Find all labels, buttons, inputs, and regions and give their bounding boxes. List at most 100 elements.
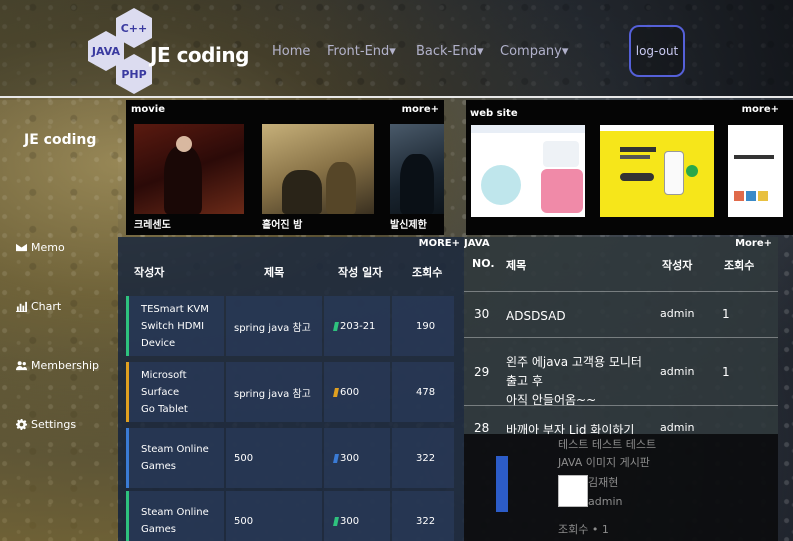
- writer-name: 김재현: [588, 476, 619, 489]
- sidebar-item-membership[interactable]: Membership: [16, 359, 99, 372]
- row-author-line: Steam Online: [141, 507, 209, 518]
- row-number: 29: [474, 365, 490, 379]
- top-header: C++ JAVA PHP JE coding Home Front-End▾ B…: [0, 0, 793, 98]
- column-header-no: NO.: [472, 257, 495, 270]
- sidebar-item-label: Memo: [31, 241, 65, 254]
- sidebar-brand[interactable]: JE coding: [24, 132, 96, 148]
- table-row[interactable]: Steam Online Games 500 300 322: [126, 428, 456, 488]
- row-views: 1: [722, 365, 730, 379]
- row-number: 28: [474, 421, 490, 435]
- sidebar-item-label: Settings: [31, 418, 77, 431]
- table-row[interactable]: Steam Online Games 500 300 322: [126, 491, 456, 541]
- table-row[interactable]: Microsoft Surface Go Tablet spring java 참…: [126, 362, 456, 422]
- row-date-value: 600: [340, 386, 360, 398]
- date-marker: [333, 516, 339, 526]
- row-divider: [464, 337, 778, 338]
- movie-caption: 흩어진 밤: [262, 220, 303, 231]
- date-marker: [333, 453, 339, 463]
- row-author: Microsoft Surface Go Tablet: [126, 362, 224, 422]
- broken-image-icon: [558, 475, 588, 507]
- row-title: 왼주 에java 고객용 모니터 출고 후 아직 안들어옴~~: [506, 353, 656, 411]
- sidebar: JE coding Memo Chart Membership Settings: [0, 100, 118, 541]
- row-views: 322: [392, 491, 454, 541]
- row-author: Steam Online Games: [126, 428, 224, 488]
- movie-caption: 발신제한: [390, 220, 427, 231]
- row-number: 30: [474, 307, 490, 321]
- movie-poster-scattered-night[interactable]: [262, 124, 374, 214]
- row-date: 600: [324, 362, 390, 422]
- preview-bar: [496, 456, 508, 512]
- brand-title[interactable]: JE coding: [150, 43, 249, 67]
- product-board-more-link[interactable]: MORE+: [419, 238, 460, 249]
- image-board-card[interactable]: 테스트 테스트 테스트 JAVA 이미지 게시판 김재현 admin 조회수 •…: [464, 434, 778, 541]
- row-author-line: Games: [141, 524, 176, 535]
- movie-poster-hard-hit[interactable]: [390, 124, 444, 214]
- movie-poster-crescendo[interactable]: [134, 124, 244, 214]
- website-thumbnail[interactable]: [728, 125, 783, 217]
- date-marker: [333, 321, 339, 331]
- column-header-author: 작성자: [134, 266, 165, 279]
- table-row[interactable]: TESmart KVM Switch HDMI Device spring jav…: [126, 296, 456, 356]
- row-title-line: 왼주 에java 고객용 모니터 출고 후: [506, 355, 642, 389]
- logout-button[interactable]: log-out: [629, 25, 685, 77]
- row-date-value: 300: [340, 515, 360, 527]
- row-author-line: Switch HDMI Device: [141, 320, 205, 349]
- nav-company[interactable]: Company▾: [500, 44, 568, 59]
- row-date: 300: [324, 491, 390, 541]
- row-views: 1: [722, 307, 730, 321]
- nav-home[interactable]: Home: [272, 44, 310, 59]
- row-author-line: Games: [141, 461, 176, 472]
- row-date: 300: [324, 428, 390, 488]
- column-header-views: 조회수: [412, 266, 443, 279]
- row-author: admin: [660, 365, 695, 378]
- users-icon: [16, 361, 27, 371]
- column-header-author: 작성자: [662, 259, 693, 272]
- website-more-link[interactable]: more+: [742, 104, 779, 115]
- website-panel-title: web site: [470, 108, 518, 119]
- card-text: 테스트 테스트 테스트 JAVA 이미지 게시판: [558, 436, 656, 471]
- column-header-title: 제목: [264, 266, 285, 279]
- row-author-line: Go Tablet: [141, 403, 188, 415]
- website-thumbnail[interactable]: [600, 125, 714, 217]
- row-title: 500: [226, 491, 322, 541]
- row-divider: [464, 291, 778, 292]
- movie-more-link[interactable]: more+: [402, 104, 439, 115]
- row-title: 바깨아 부자 Lid 화이하기: [506, 423, 635, 435]
- envelope-icon: [16, 243, 27, 252]
- movie-panel-title: movie: [131, 104, 166, 115]
- nav-back-end[interactable]: Back-End▾: [416, 44, 483, 59]
- row-author-line: Microsoft Surface: [141, 369, 187, 398]
- row-views: 478: [392, 362, 454, 422]
- card-subtitle: JAVA 이미지 게시판: [558, 455, 650, 469]
- row-views: 190: [392, 296, 454, 356]
- sidebar-item-chart[interactable]: Chart: [16, 300, 61, 313]
- java-board: JAVA More+ NO. 제목 작성자 조회수 30 ADSDSAD adm…: [464, 237, 778, 435]
- column-header-views: 조회수: [724, 259, 755, 272]
- card-title: 테스트 테스트 테스트: [558, 438, 657, 451]
- row-divider: [464, 405, 778, 406]
- date-marker: [333, 387, 339, 397]
- row-date: 203-21: [324, 296, 390, 356]
- movie-panel: movie more+ 크레센도 흩어진 밤 발신제한: [126, 100, 444, 235]
- card-preview: [468, 438, 552, 536]
- row-title: spring java 참고: [226, 362, 322, 422]
- writer-role: admin: [588, 494, 623, 508]
- row-author-line: Steam Online: [141, 444, 209, 455]
- website-thumbnail[interactable]: [471, 125, 585, 217]
- nav-front-end[interactable]: Front-End▾: [327, 44, 396, 59]
- column-header-title: 제목: [506, 259, 527, 272]
- card-writer: 김재현 admin: [588, 474, 622, 511]
- card-views: 조회수 • 1: [558, 523, 609, 536]
- movie-caption: 크레센도: [134, 220, 171, 231]
- sidebar-item-memo[interactable]: Memo: [16, 241, 65, 254]
- row-author-line: TESmart KVM: [141, 303, 209, 315]
- sidebar-item-settings[interactable]: Settings: [16, 418, 76, 431]
- sidebar-item-label: Membership: [31, 359, 99, 372]
- sidebar-item-label: Chart: [31, 300, 62, 313]
- row-author: Steam Online Games: [126, 491, 224, 541]
- java-board-more-link[interactable]: More+: [735, 238, 772, 249]
- row-title: spring java 참고: [226, 296, 322, 356]
- product-board: MORE+ 작성자 제목 작성 일자 조회수 TESmart KVM Switch…: [118, 237, 464, 541]
- row-date-value: 300: [340, 452, 360, 464]
- row-views: 322: [392, 428, 454, 488]
